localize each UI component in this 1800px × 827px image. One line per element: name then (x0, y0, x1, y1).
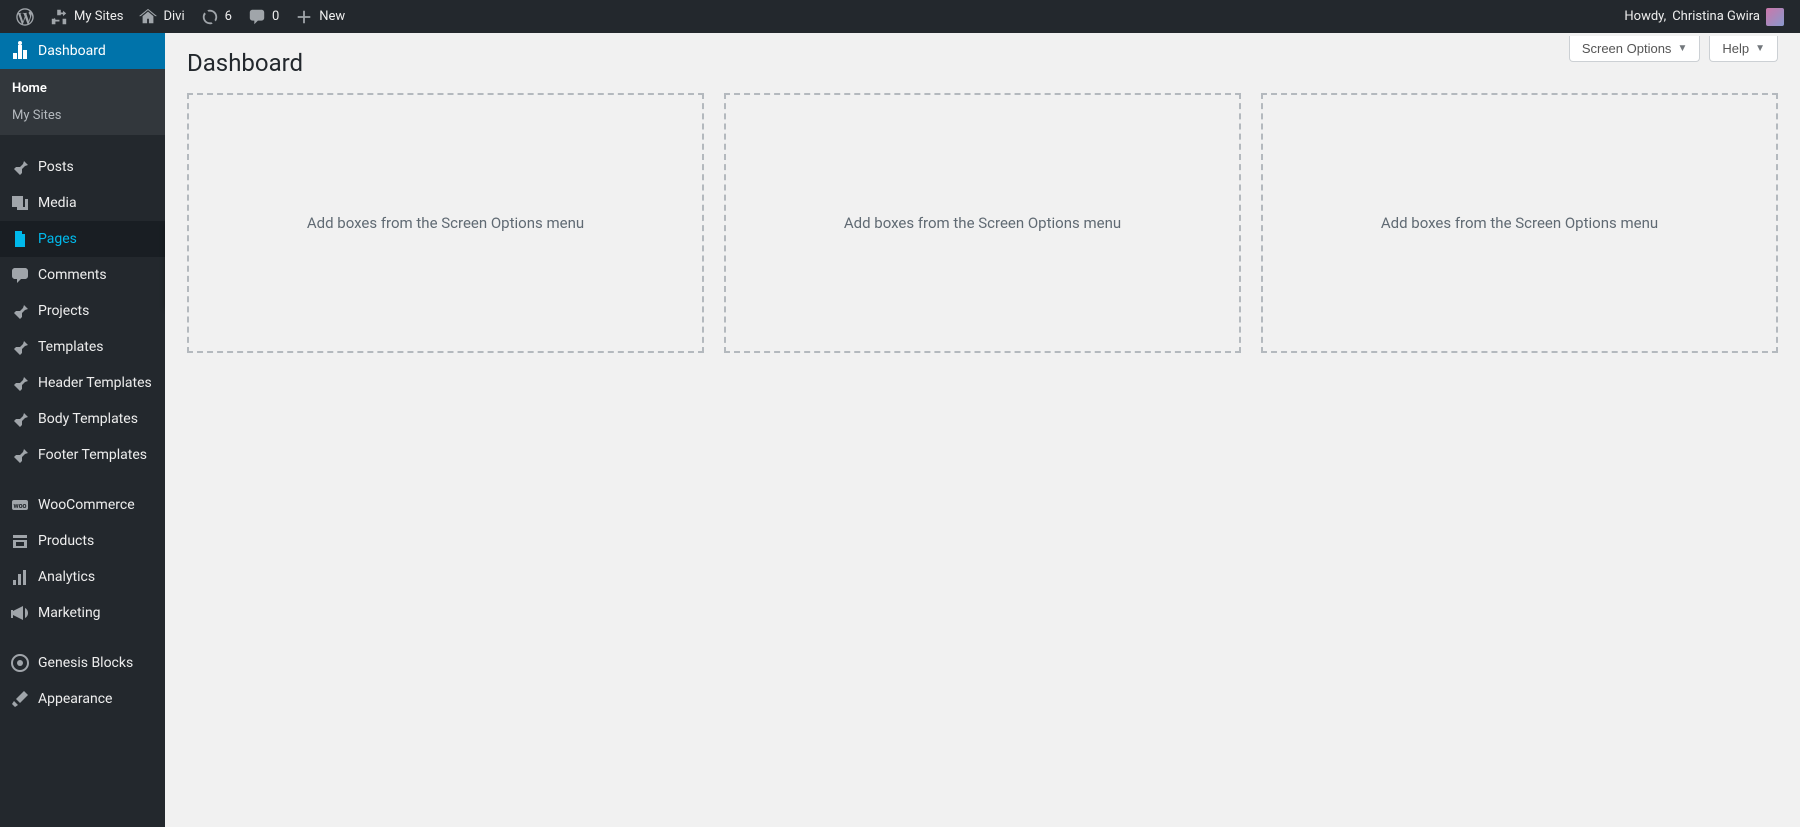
media-icon (10, 193, 30, 213)
content-area: Screen Options ▼ Help ▼ Dashboard Add bo… (165, 33, 1800, 827)
user-display-name: Christina Gwira (1672, 9, 1760, 24)
menu-body-templates[interactable]: Body Templates (0, 401, 165, 437)
menu-header-templates[interactable]: Header Templates (0, 365, 165, 401)
menu-dashboard-label: Dashboard (38, 43, 106, 59)
menu-projects[interactable]: Projects (0, 293, 165, 329)
new-content-menu[interactable]: New (287, 0, 353, 33)
wordpress-icon (16, 8, 34, 26)
menu-woocommerce-label: WooCommerce (38, 497, 135, 513)
caret-down-icon: ▼ (1677, 43, 1687, 54)
menu-separator (0, 631, 165, 645)
page-title: Dashboard (187, 33, 1778, 93)
pin-icon (10, 373, 30, 393)
placeholder-text: Add boxes from the Screen Options menu (844, 214, 1121, 232)
menu-analytics-label: Analytics (38, 569, 95, 585)
multisite-icon (50, 8, 68, 26)
admin-menu: Dashboard Home My Sites Posts Media Page… (0, 33, 165, 827)
plus-icon (295, 8, 313, 26)
menu-genesis-blocks-label: Genesis Blocks (38, 655, 133, 671)
adminbar-left: My Sites Divi 6 0 New (8, 0, 353, 33)
menu-comments[interactable]: Comments (0, 257, 165, 293)
site-menu[interactable]: Divi (131, 0, 192, 33)
menu-woocommerce[interactable]: woo WooCommerce (0, 487, 165, 523)
menu-media[interactable]: Media (0, 185, 165, 221)
dashboard-widget-placeholder: Add boxes from the Screen Options menu (724, 93, 1241, 353)
help-label: Help (1722, 41, 1749, 56)
updates-menu[interactable]: 6 (193, 0, 240, 33)
placeholder-text: Add boxes from the Screen Options menu (1381, 214, 1658, 232)
adminbar-right: Howdy, Christina Gwira (1616, 0, 1792, 33)
my-sites-menu[interactable]: My Sites (42, 0, 131, 33)
menu-header-templates-label: Header Templates (38, 375, 152, 391)
wp-logo-menu[interactable] (8, 0, 42, 33)
menu-pages[interactable]: Pages All Pages Add New 1 (0, 221, 165, 257)
howdy-prefix: Howdy, (1624, 9, 1666, 24)
products-icon (10, 531, 30, 551)
caret-down-icon: ▼ (1755, 43, 1765, 54)
menu-footer-templates-label: Footer Templates (38, 447, 147, 463)
submenu-my-sites[interactable]: My Sites (0, 102, 165, 129)
pin-icon (10, 409, 30, 429)
menu-products-label: Products (38, 533, 94, 549)
menu-marketing-label: Marketing (38, 605, 101, 621)
comment-icon (248, 8, 266, 26)
menu-appearance-label: Appearance (38, 691, 112, 707)
svg-text:woo: woo (13, 502, 26, 510)
menu-posts[interactable]: Posts (0, 149, 165, 185)
page-icon (10, 229, 30, 249)
menu-body-templates-label: Body Templates (38, 411, 138, 427)
pin-icon (10, 301, 30, 321)
menu-dashboard[interactable]: Dashboard (0, 33, 165, 69)
updates-count: 6 (225, 9, 232, 24)
menu-projects-label: Projects (38, 303, 89, 319)
pin-icon (10, 337, 30, 357)
genesis-icon (10, 653, 30, 673)
my-sites-label: My Sites (74, 9, 123, 24)
menu-footer-templates[interactable]: Footer Templates (0, 437, 165, 473)
menu-analytics[interactable]: Analytics (0, 559, 165, 595)
avatar (1766, 8, 1784, 26)
woocommerce-icon: woo (10, 495, 30, 515)
submenu-home[interactable]: Home (0, 75, 165, 102)
menu-comments-label: Comments (38, 267, 107, 283)
megaphone-icon (10, 603, 30, 623)
comments-menu[interactable]: 0 (240, 0, 287, 33)
submenu-dashboard: Home My Sites (0, 69, 165, 135)
menu-separator (0, 473, 165, 487)
pin-icon (10, 445, 30, 465)
help-toggle[interactable]: Help ▼ (1709, 36, 1778, 62)
pin-icon (10, 157, 30, 177)
chart-bar-icon (10, 567, 30, 587)
menu-appearance[interactable]: Appearance (0, 681, 165, 717)
menu-media-label: Media (38, 195, 77, 211)
menu-marketing[interactable]: Marketing (0, 595, 165, 631)
new-label: New (319, 9, 345, 24)
comments-count: 0 (272, 9, 279, 24)
menu-templates-label: Templates (38, 339, 104, 355)
menu-genesis-blocks[interactable]: Genesis Blocks (0, 645, 165, 681)
screen-options-toggle[interactable]: Screen Options ▼ (1569, 36, 1701, 62)
comment-icon (10, 265, 30, 285)
screen-meta-links: Screen Options ▼ Help ▼ (1569, 36, 1778, 62)
menu-pages-label: Pages (38, 231, 77, 247)
menu-templates[interactable]: Templates (0, 329, 165, 365)
home-icon (139, 8, 157, 26)
admin-toolbar: My Sites Divi 6 0 New (0, 0, 1800, 33)
update-icon (201, 8, 219, 26)
dashboard-widget-placeholder: Add boxes from the Screen Options menu (187, 93, 704, 353)
dashboard-widget-placeholder: Add boxes from the Screen Options menu (1261, 93, 1778, 353)
my-account-menu[interactable]: Howdy, Christina Gwira (1616, 0, 1792, 33)
dashboard-widgets-wrap: Add boxes from the Screen Options menu A… (187, 93, 1778, 353)
menu-products[interactable]: Products (0, 523, 165, 559)
dashboard-icon (10, 41, 30, 61)
screen-options-label: Screen Options (1582, 41, 1672, 56)
site-name-label: Divi (163, 9, 184, 24)
menu-separator (0, 135, 165, 149)
brush-icon (10, 689, 30, 709)
menu-posts-label: Posts (38, 159, 74, 175)
placeholder-text: Add boxes from the Screen Options menu (307, 214, 584, 232)
